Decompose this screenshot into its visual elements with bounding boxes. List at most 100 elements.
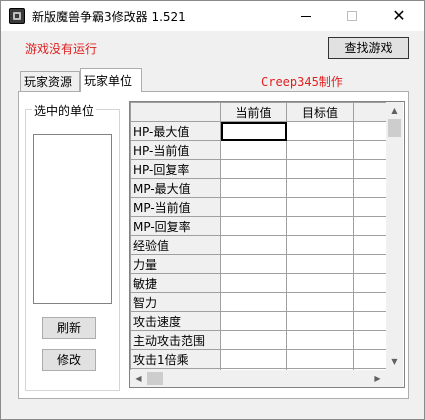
close-icon: ✕ <box>392 6 406 25</box>
target-value-cell[interactable] <box>286 121 354 141</box>
grid-row: 敏捷 <box>130 273 390 293</box>
empty-cell <box>353 235 390 255</box>
refresh-button[interactable]: 刷新 <box>42 317 96 339</box>
empty-cell <box>353 216 390 236</box>
row-header[interactable]: MP-回复率 <box>130 216 221 236</box>
current-value-cell[interactable] <box>220 178 287 198</box>
attribute-table: 当前值 目标值 HP-最大值 HP-当前值 HP-回复率 MP-最大值 MP-当前值 MP… <box>130 102 390 387</box>
target-value-cell[interactable] <box>286 273 354 293</box>
find-game-button[interactable]: 查找游戏 <box>328 37 409 59</box>
maximize-icon <box>347 11 357 21</box>
target-value-cell[interactable] <box>286 349 354 369</box>
column-header-target-value[interactable]: 目标值 <box>286 102 354 122</box>
scroll-down-arrow-icon[interactable]: ▼ <box>386 353 403 370</box>
empty-cell <box>353 349 390 369</box>
grid-row: 主动攻击范围 <box>130 330 390 350</box>
empty-cell <box>353 292 390 312</box>
target-value-cell[interactable] <box>286 197 354 217</box>
target-value-cell[interactable] <box>286 311 354 331</box>
unit-attribute-grid[interactable]: 当前值 目标值 HP-最大值 HP-当前值 HP-回复率 MP-最大值 MP-当前值 MP… <box>129 101 405 388</box>
current-value-cell[interactable] <box>220 197 287 217</box>
target-value-cell[interactable] <box>286 159 354 179</box>
current-value-cell[interactable] <box>220 311 287 331</box>
close-button[interactable]: ✕ <box>376 1 422 31</box>
minimize-icon <box>301 15 311 17</box>
row-header[interactable]: 攻击速度 <box>130 311 221 331</box>
grid-vertical-scrollbar[interactable]: ▲ ▼ <box>386 102 403 370</box>
scrollbar-corner <box>386 370 403 387</box>
grid-row: 攻击1倍乘 <box>130 349 390 369</box>
empty-cell <box>353 121 390 141</box>
current-value-cell[interactable] <box>220 330 287 350</box>
grid-horizontal-scrollbar[interactable]: ◀ ▶ <box>130 370 386 387</box>
current-value-cell[interactable] <box>220 292 287 312</box>
current-value-cell[interactable] <box>220 273 287 293</box>
current-value-cell[interactable] <box>220 235 287 255</box>
app-window: 新版魔兽争霸3修改器 1.521 ✕ 游戏没有运行 查找游戏 玩家资源 玩家单位… <box>0 0 425 420</box>
current-value-cell[interactable] <box>220 349 287 369</box>
empty-cell <box>353 197 390 217</box>
row-header[interactable]: 攻击1倍乘 <box>130 349 221 369</box>
row-header[interactable]: 经验值 <box>130 235 221 255</box>
row-header[interactable]: MP-当前值 <box>130 197 221 217</box>
grid-row: 力量 <box>130 254 390 274</box>
current-value-cell[interactable] <box>220 159 287 179</box>
target-value-cell[interactable] <box>286 216 354 236</box>
target-value-cell[interactable] <box>286 330 354 350</box>
row-header[interactable]: 力量 <box>130 254 221 274</box>
target-value-cell[interactable] <box>286 292 354 312</box>
target-value-cell[interactable] <box>286 254 354 274</box>
current-value-cell[interactable] <box>220 140 287 160</box>
grid-row: 智力 <box>130 292 390 312</box>
empty-cell <box>353 159 390 179</box>
grid-header-row: 当前值 目标值 <box>130 102 390 122</box>
horizontal-scroll-thumb[interactable] <box>147 372 163 385</box>
empty-cell <box>353 273 390 293</box>
row-header[interactable]: MP-最大值 <box>130 178 221 198</box>
grid-row: HP-回复率 <box>130 159 390 179</box>
empty-cell <box>353 178 390 198</box>
window-title: 新版魔兽争霸3修改器 1.521 <box>32 10 186 24</box>
row-header[interactable]: HP-当前值 <box>130 140 221 160</box>
tab-player-units[interactable]: 玩家单位 <box>80 68 142 92</box>
empty-cell <box>353 140 390 160</box>
current-value-cell[interactable] <box>220 254 287 274</box>
grid-corner-header <box>130 102 221 122</box>
target-value-cell[interactable] <box>286 235 354 255</box>
current-value-cell[interactable] <box>220 121 287 141</box>
empty-cell <box>353 330 390 350</box>
scroll-left-arrow-icon[interactable]: ◀ <box>130 370 147 387</box>
minimize-button[interactable] <box>283 1 329 31</box>
grid-row: 经验值 <box>130 235 390 255</box>
target-value-cell[interactable] <box>286 178 354 198</box>
grid-row: 攻击速度 <box>130 311 390 331</box>
selected-unit-list[interactable] <box>33 134 112 304</box>
modify-button[interactable]: 修改 <box>42 349 96 371</box>
empty-cell <box>353 254 390 274</box>
game-status-text: 游戏没有运行 <box>25 42 98 56</box>
current-value-cell[interactable] <box>220 216 287 236</box>
row-header[interactable]: HP-回复率 <box>130 159 221 179</box>
grid-row: HP-当前值 <box>130 140 390 160</box>
author-credit: Creep345制作 <box>261 75 343 89</box>
empty-cell <box>353 311 390 331</box>
column-header-empty <box>353 102 390 122</box>
row-header[interactable]: 主动攻击范围 <box>130 330 221 350</box>
vertical-scroll-thumb[interactable] <box>388 119 401 137</box>
tab-player-resources[interactable]: 玩家资源 <box>20 71 80 91</box>
grid-row: HP-最大值 <box>130 121 390 141</box>
row-header[interactable]: HP-最大值 <box>130 121 221 141</box>
grid-row: MP-当前值 <box>130 197 390 217</box>
column-header-current-value[interactable]: 当前值 <box>220 102 287 122</box>
app-icon <box>9 8 25 24</box>
grid-row: MP-回复率 <box>130 216 390 236</box>
scroll-right-arrow-icon[interactable]: ▶ <box>369 370 386 387</box>
maximize-button[interactable] <box>329 1 375 31</box>
grid-row: MP-最大值 <box>130 178 390 198</box>
target-value-cell[interactable] <box>286 140 354 160</box>
title-bar[interactable]: 新版魔兽争霸3修改器 1.521 ✕ <box>1 1 424 31</box>
scroll-up-arrow-icon[interactable]: ▲ <box>386 102 403 119</box>
row-header[interactable]: 敏捷 <box>130 273 221 293</box>
selected-unit-group-label: 选中的单位 <box>32 102 97 119</box>
row-header[interactable]: 智力 <box>130 292 221 312</box>
